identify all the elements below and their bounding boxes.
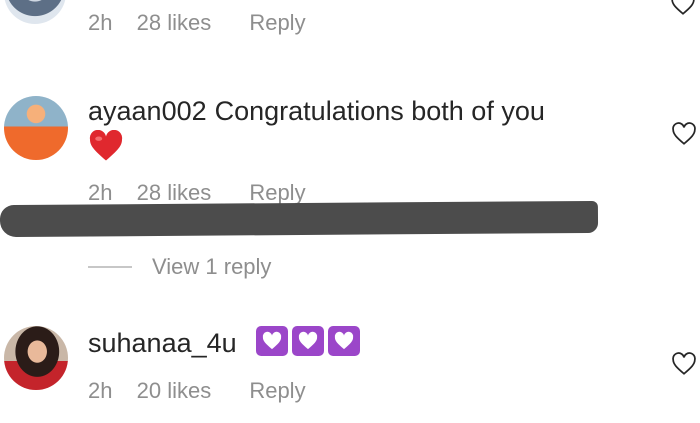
comment-body: suhanaa_4u (88, 326, 361, 359)
like-heart-icon[interactable] (671, 352, 697, 376)
comment-username[interactable]: ayaan002 (88, 96, 207, 126)
purple-heart-emoji (328, 326, 361, 356)
comment-time: 2h (88, 378, 113, 403)
comment-text: Congratulations both of you (214, 96, 545, 126)
redaction-bar (0, 200, 599, 238)
comment-time: 2h (88, 180, 113, 205)
likes-count[interactable]: 20 likes (137, 378, 212, 403)
likes-count[interactable]: 28 likes (137, 10, 212, 35)
comment-body: ayaan002 Congratulations both of you (88, 96, 545, 127)
reply-button[interactable]: Reply (249, 378, 305, 403)
purple-heart-emoji (256, 326, 289, 356)
like-heart-icon[interactable] (671, 122, 697, 146)
comment-time: 2h (88, 10, 113, 35)
avatar[interactable] (4, 96, 68, 160)
reply-button[interactable]: Reply (249, 10, 305, 35)
red-heart-emoji (89, 130, 123, 161)
comment-username[interactable]: suhanaa_4u (88, 328, 237, 358)
avatar[interactable] (4, 326, 68, 390)
like-heart-icon[interactable] (670, 0, 696, 16)
reply-button[interactable]: Reply (249, 180, 305, 205)
view-replies-divider (88, 266, 132, 268)
avatar[interactable] (4, 0, 66, 24)
comment-meta: 2h 28 likes Reply (88, 10, 324, 36)
comment-meta: 2h 20 likes Reply (88, 378, 324, 404)
view-replies-button[interactable]: View 1 reply (152, 254, 271, 280)
likes-count[interactable]: 28 likes (137, 180, 212, 205)
purple-heart-emoji (292, 326, 325, 356)
